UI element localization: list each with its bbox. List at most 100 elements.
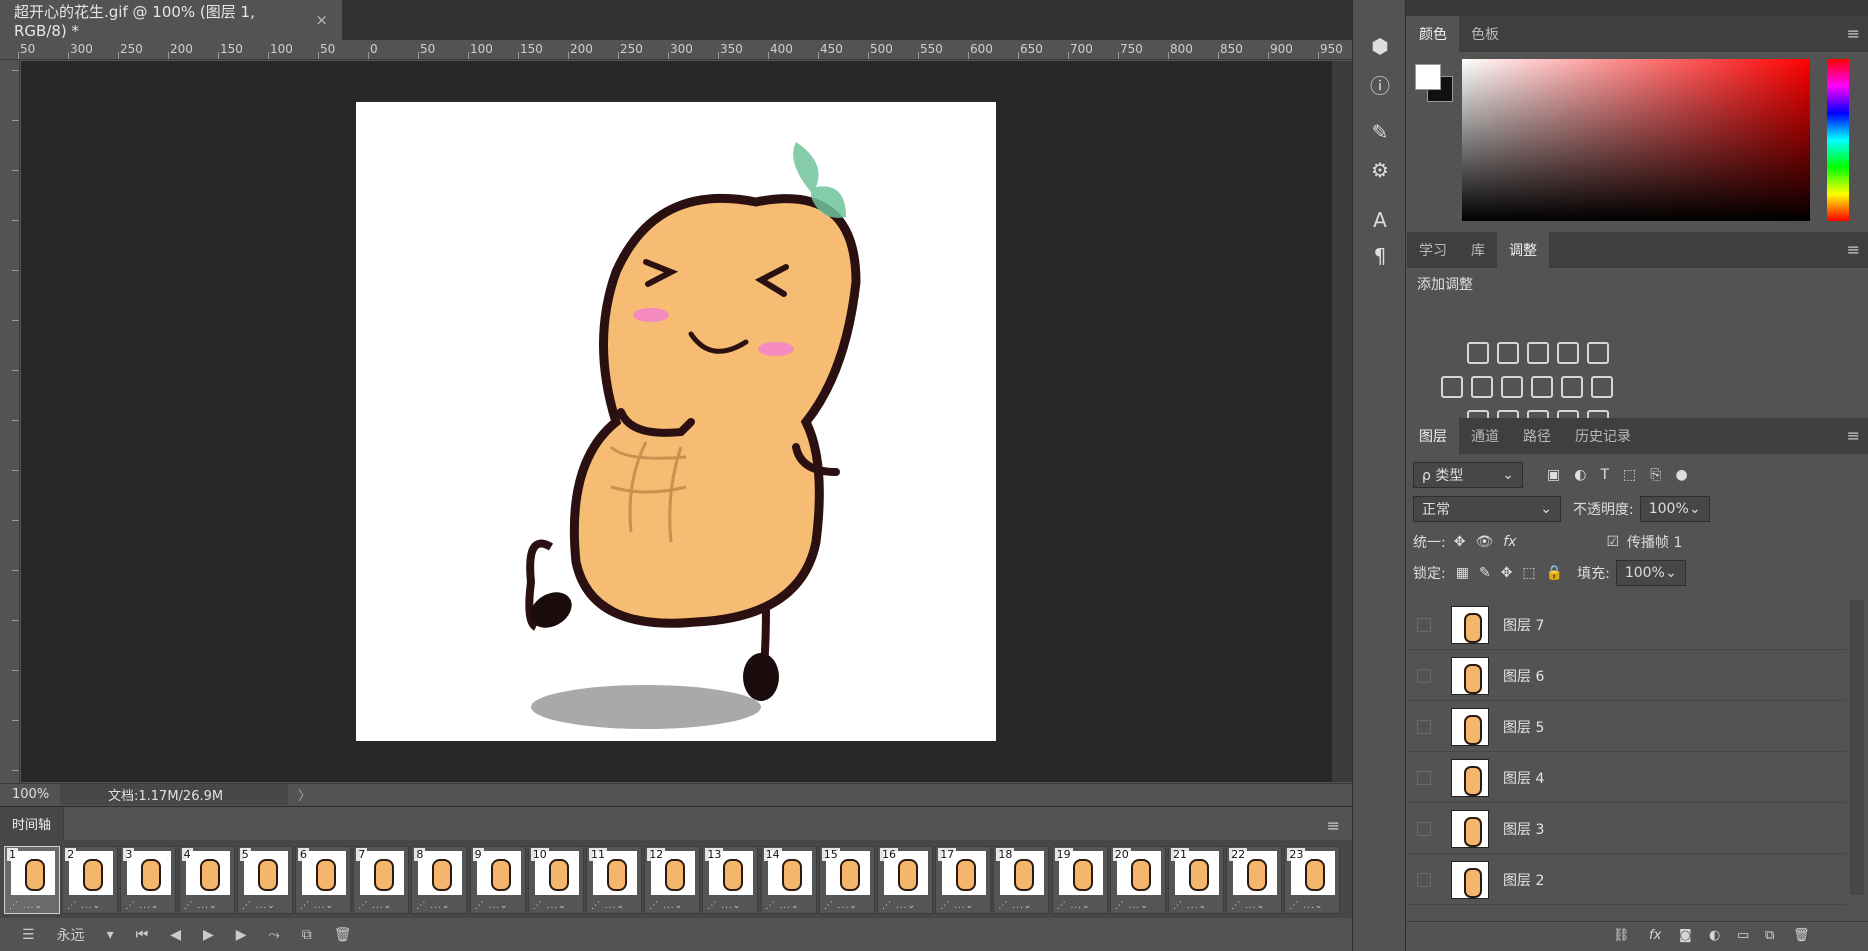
add-mask-icon[interactable]: ◙ bbox=[1679, 928, 1692, 943]
black-white-icon[interactable] bbox=[1501, 376, 1523, 398]
timeline-frame[interactable]: 3 ⋰ ...⌄ bbox=[120, 846, 177, 914]
frame-options[interactable]: ⋰ ...⌄ bbox=[1057, 901, 1091, 911]
tab-paths[interactable]: 路径 bbox=[1511, 418, 1563, 454]
tab-libraries[interactable]: 库 bbox=[1459, 232, 1497, 268]
timeline-frame[interactable]: 2 ⋰ ...⌄ bbox=[62, 846, 119, 914]
frame-options[interactable]: ⋰ ...⌄ bbox=[998, 901, 1032, 911]
add-style-icon[interactable]: fx bbox=[1649, 928, 1661, 943]
frame-options[interactable]: ⋰ ...⌄ bbox=[1115, 901, 1149, 911]
visibility-toggle[interactable] bbox=[1417, 770, 1431, 785]
filter-image-icon[interactable]: ▣ bbox=[1547, 467, 1560, 483]
lock-transparent-icon[interactable]: ▦ bbox=[1456, 565, 1469, 581]
3d-icon[interactable]: ⬢ bbox=[1353, 34, 1407, 58]
tab-swatches[interactable]: 色板 bbox=[1459, 16, 1511, 52]
frame-options[interactable]: ⋰ ...⌄ bbox=[766, 901, 800, 911]
timeline-frame[interactable]: 14 ⋰ ...⌄ bbox=[760, 846, 817, 914]
timeline-frame[interactable]: 5 ⋰ ...⌄ bbox=[236, 846, 293, 914]
filter-adjustment-icon[interactable]: ◐ bbox=[1574, 467, 1586, 483]
loop-dropdown-icon[interactable]: ▾ bbox=[107, 927, 114, 943]
new-adjustment-icon[interactable]: ◐ bbox=[1709, 928, 1720, 943]
frame-options[interactable]: ⋰ ...⌄ bbox=[824, 901, 858, 911]
frame-options[interactable]: ⋰ ...⌄ bbox=[358, 901, 392, 911]
tab-learn[interactable]: 学习 bbox=[1407, 232, 1459, 268]
tool-presets-icon[interactable]: ⚙ bbox=[1353, 158, 1407, 182]
tween-icon[interactable]: ⤳ bbox=[269, 927, 280, 943]
frame-options[interactable]: ⋰ ...⌄ bbox=[475, 901, 509, 911]
tab-history[interactable]: 历史记录 bbox=[1563, 418, 1643, 454]
hue-slider[interactable] bbox=[1827, 59, 1849, 221]
status-arrow[interactable]: 〉 bbox=[298, 785, 311, 804]
lock-position-icon[interactable]: ✥ bbox=[1501, 565, 1513, 581]
timeline-frame[interactable]: 18 ⋰ ...⌄ bbox=[993, 846, 1050, 914]
frame-options[interactable]: ⋰ ...⌄ bbox=[9, 901, 43, 911]
document-tab[interactable]: 超开心的花生.gif @ 100% (图层 1, RGB/8) * × bbox=[0, 0, 342, 40]
timeline-frame[interactable]: 1 ⋰ ...⌄ bbox=[4, 846, 60, 914]
color-field[interactable] bbox=[1462, 59, 1810, 221]
timeline-frame[interactable]: 20 ⋰ ...⌄ bbox=[1109, 846, 1166, 914]
frame-options[interactable]: ⋰ ...⌄ bbox=[940, 901, 974, 911]
visibility-toggle[interactable] bbox=[1417, 821, 1431, 836]
lock-all-icon[interactable]: 🔒 bbox=[1546, 565, 1563, 581]
brush-settings-icon[interactable]: ✎ bbox=[1353, 120, 1407, 144]
tab-layers[interactable]: 图层 bbox=[1407, 418, 1459, 454]
frame-options[interactable]: ⋰ ...⌄ bbox=[125, 901, 159, 911]
layer-filter-select[interactable]: ρ 类型 ⌄ bbox=[1413, 462, 1523, 488]
adjustments-panel-menu-icon[interactable]: ≡ bbox=[1847, 240, 1860, 259]
loop-select[interactable]: 永远 bbox=[57, 925, 85, 945]
filter-type-icon[interactable]: T bbox=[1600, 467, 1609, 483]
layer-row[interactable]: 图层 7 bbox=[1407, 600, 1847, 650]
layer-name[interactable]: 图层 6 bbox=[1503, 666, 1544, 686]
timeline-frame[interactable]: 9 ⋰ ...⌄ bbox=[469, 846, 526, 914]
info-icon[interactable]: ⓘ bbox=[1353, 70, 1407, 99]
visibility-toggle[interactable] bbox=[1417, 872, 1431, 887]
channel-mixer-icon[interactable] bbox=[1561, 376, 1583, 398]
filter-shape-icon[interactable]: ⬚ bbox=[1623, 467, 1636, 483]
paragraph-icon[interactable]: ¶ bbox=[1353, 244, 1407, 268]
timeline-frame[interactable]: 10 ⋰ ...⌄ bbox=[527, 846, 584, 914]
timeline-frame[interactable]: 15 ⋰ ...⌄ bbox=[818, 846, 875, 914]
unify-style-icon[interactable]: fx bbox=[1503, 534, 1516, 550]
tab-channels[interactable]: 通道 bbox=[1459, 418, 1511, 454]
canvas-vertical-scrollbar[interactable] bbox=[1332, 61, 1352, 782]
frame-options[interactable]: ⋰ ...⌄ bbox=[416, 901, 450, 911]
artboard[interactable] bbox=[356, 102, 996, 741]
frame-options[interactable]: ⋰ ...⌄ bbox=[67, 901, 101, 911]
timeline-frame[interactable]: 6 ⋰ ...⌄ bbox=[295, 846, 351, 914]
timeline-frame[interactable]: 4 ⋰ ...⌄ bbox=[178, 846, 235, 914]
hue-saturation-icon[interactable] bbox=[1441, 376, 1463, 398]
layer-name[interactable]: 图层 7 bbox=[1503, 615, 1544, 635]
visibility-toggle[interactable] bbox=[1417, 668, 1431, 683]
frame-options[interactable]: ⋰ ...⌄ bbox=[533, 901, 567, 911]
propagate-checkbox[interactable]: ☑ bbox=[1606, 534, 1619, 550]
frame-options[interactable]: ⋰ ...⌄ bbox=[1231, 901, 1265, 911]
filter-toggle-icon[interactable]: ● bbox=[1675, 467, 1687, 483]
color-balance-icon[interactable] bbox=[1471, 376, 1493, 398]
unify-visibility-icon[interactable]: 👁 bbox=[1475, 534, 1493, 550]
layer-name[interactable]: 图层 4 bbox=[1503, 768, 1544, 788]
photo-filter-icon[interactable] bbox=[1531, 376, 1553, 398]
timeline-frame[interactable]: 13 ⋰ ...⌄ bbox=[702, 846, 759, 914]
filter-smart-object-icon[interactable]: ⎘ bbox=[1650, 467, 1661, 483]
character-icon[interactable]: A bbox=[1353, 208, 1407, 232]
new-group-icon[interactable]: ▭ bbox=[1737, 928, 1749, 943]
brightness-icon[interactable] bbox=[1467, 342, 1489, 364]
color-panel-menu-icon[interactable]: ≡ bbox=[1847, 24, 1860, 43]
layer-row[interactable]: 图层 4 bbox=[1407, 753, 1847, 803]
layer-name[interactable]: 图层 5 bbox=[1503, 717, 1544, 737]
frame-options[interactable]: ⋰ ...⌄ bbox=[649, 901, 683, 911]
frame-options[interactable]: ⋰ ...⌄ bbox=[707, 901, 741, 911]
layer-name[interactable]: 图层 2 bbox=[1503, 870, 1544, 890]
horizontal-ruler[interactable]: 50 300 250 200 150 100 50 0 50 100 150 200 250 300 350… bbox=[0, 40, 1352, 60]
layers-panel-menu-icon[interactable]: ≡ bbox=[1847, 426, 1860, 445]
color-lookup-icon[interactable] bbox=[1591, 376, 1613, 398]
first-frame-icon[interactable]: ⏮ bbox=[136, 927, 149, 943]
new-layer-icon[interactable]: ⧉ bbox=[1765, 928, 1774, 943]
levels-icon[interactable] bbox=[1497, 342, 1519, 364]
layers-scrollbar[interactable] bbox=[1850, 600, 1864, 895]
timeline-frame[interactable]: 8 ⋰ ...⌄ bbox=[411, 846, 468, 914]
layer-row[interactable]: 图层 5 bbox=[1407, 702, 1847, 752]
frame-options[interactable]: ⋰ ...⌄ bbox=[882, 901, 916, 911]
frame-options[interactable]: ⋰ ...⌄ bbox=[591, 901, 625, 911]
layer-row[interactable]: 图层 2 bbox=[1407, 855, 1847, 905]
timeline-frame[interactable]: 16 ⋰ ...⌄ bbox=[877, 846, 933, 914]
